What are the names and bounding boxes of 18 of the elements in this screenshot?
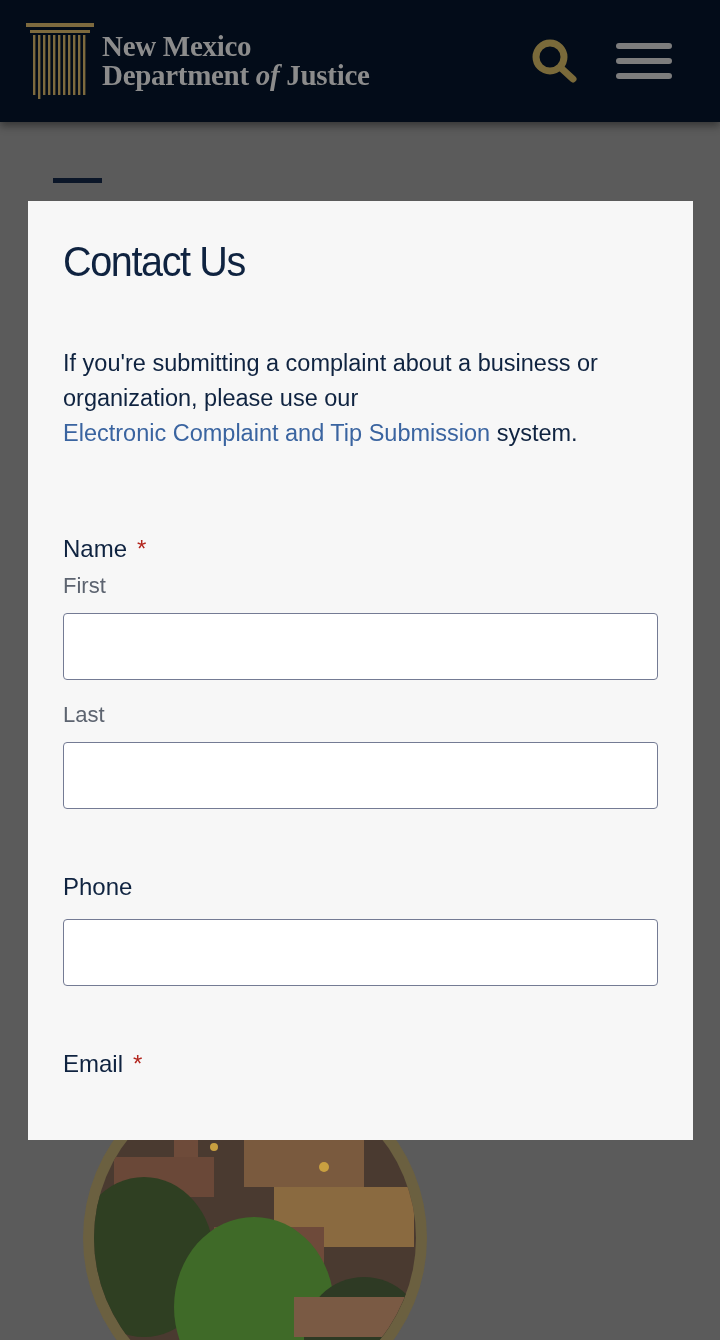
complaint-link[interactable]: Electronic Complaint and Tip Submission — [63, 420, 491, 446]
sub-label: Last — [63, 702, 106, 728]
field-label: Name — [63, 535, 128, 563]
dialog-title: Contact Us — [63, 237, 246, 286]
logo-text[interactable]: New Mexico — [102, 32, 370, 61]
required-mark: * — [133, 1050, 143, 1078]
logo-text[interactable]: Department of Justice — [102, 61, 370, 90]
sub-label: First — [63, 573, 107, 599]
text-field[interactable] — [63, 742, 658, 809]
field-label: Phone — [63, 873, 133, 901]
menu-icon[interactable] — [616, 43, 672, 79]
required-mark: * — [137, 535, 147, 563]
field-label: Email — [63, 1050, 123, 1078]
intro-text: If you're submitting a complaint about a business or organization, please use our Electronic Complaint and Tip Submission system. — [63, 349, 599, 448]
columns-icon — [26, 23, 96, 99]
search-icon[interactable] — [532, 39, 578, 83]
text-field[interactable] — [63, 613, 658, 680]
text-field[interactable] — [63, 919, 658, 986]
